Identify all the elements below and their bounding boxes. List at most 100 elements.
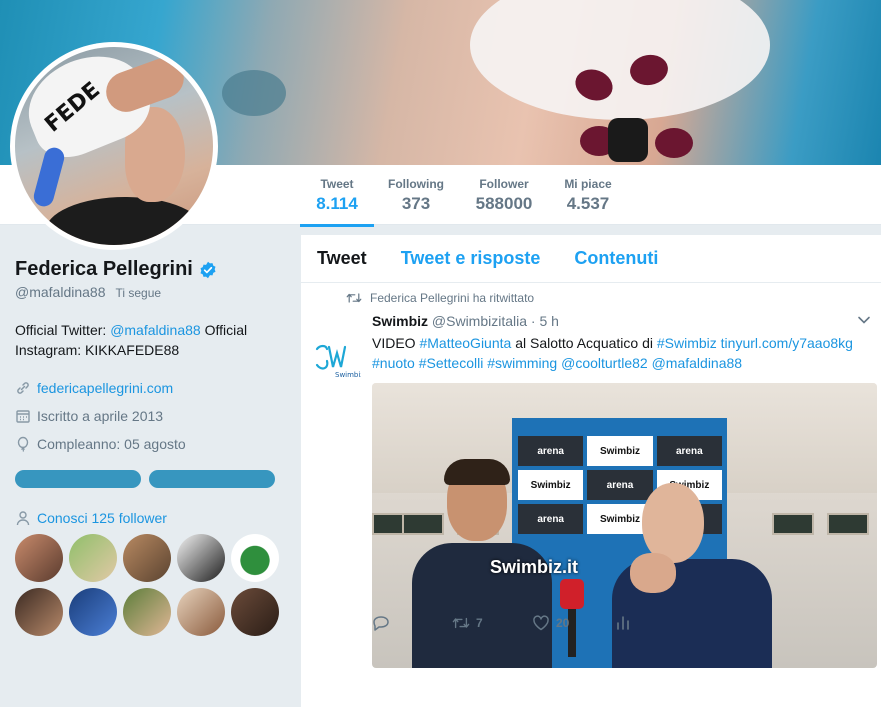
- microphone: [560, 579, 584, 609]
- stat-value: 373: [401, 194, 431, 213]
- known-followers-grid: [15, 534, 285, 636]
- stat-label: Follower: [479, 177, 529, 191]
- tweet-author-avatar[interactable]: Swimbiz: [313, 335, 361, 383]
- follower-avatar[interactable]: [69, 588, 117, 636]
- tweet-actions: 7 20: [372, 615, 632, 631]
- svg-text:Swimbiz: Swimbiz: [335, 371, 361, 379]
- stat-likes[interactable]: Mi piace 4.537: [560, 177, 616, 214]
- panel-row: arenaSwimbizarena: [518, 436, 722, 466]
- profile-buttons: [15, 470, 285, 488]
- panel-sponsor: Swimbiz: [587, 436, 653, 466]
- retweet-context: Federica Pellegrini ha ritwittato: [301, 291, 881, 305]
- website-link[interactable]: federicapellegrini.com: [37, 380, 173, 396]
- stat-tweets[interactable]: Tweet 8.114: [300, 177, 374, 227]
- birthday-row: Compleanno: 05 agosto: [15, 430, 285, 458]
- birthday: Compleanno: 05 agosto: [37, 436, 186, 452]
- balloon-icon: [17, 436, 29, 452]
- follower-avatar[interactable]: [177, 534, 225, 582]
- bar-chart-icon: [617, 616, 629, 630]
- profile-action-button[interactable]: [149, 470, 275, 488]
- tweet-author-name[interactable]: Swimbiz: [372, 313, 428, 329]
- retweet-icon: [452, 617, 470, 629]
- tab-tweets-replies[interactable]: Tweet e risposte: [401, 248, 541, 269]
- follower-avatar[interactable]: [177, 588, 225, 636]
- profile-meta: federicapellegrini.com Iscritto a aprile…: [15, 374, 285, 458]
- followers-you-know-label: Conosci 125 follower: [37, 510, 167, 526]
- follower-avatar[interactable]: [123, 534, 171, 582]
- stat-value: 8.114: [316, 194, 358, 213]
- tweet-text: VIDEO #MatteoGiunta al Salotto Acquatico…: [372, 333, 877, 373]
- link-icon: [17, 382, 29, 394]
- tab-media[interactable]: Contenuti: [574, 248, 658, 269]
- hashtag-link[interactable]: #swimming: [487, 355, 557, 371]
- stat-value: 4.537: [566, 194, 610, 213]
- reply-icon: [373, 616, 389, 631]
- hashtag-link[interactable]: #MatteoGiunta: [419, 335, 511, 351]
- stat-value: 588000: [475, 194, 533, 213]
- profile-handle-row: @mafaldina88 Ti segue: [15, 284, 285, 300]
- mention-link[interactable]: @mafaldina88: [652, 355, 743, 371]
- avatar-photo: FEDE: [15, 47, 213, 245]
- video-watermark: Swimbiz.it: [490, 557, 579, 577]
- profile-action-button[interactable]: [15, 470, 141, 488]
- url-link[interactable]: tinyurl.com/y7aao8kg: [721, 335, 853, 351]
- analytics-button[interactable]: [616, 615, 630, 631]
- profile-card: Federica Pellegrini @mafaldina88 Ti segue…: [15, 258, 285, 636]
- tab-tweets[interactable]: Tweet: [317, 248, 367, 269]
- reply-button[interactable]: [372, 615, 452, 631]
- tweet-time[interactable]: · 5 h: [531, 313, 559, 329]
- joined-row: Iscritto a aprile 2013: [15, 402, 285, 430]
- avatar-blue-paint: [31, 145, 67, 209]
- profile-handle[interactable]: @mafaldina88: [15, 284, 106, 300]
- chevron-down-icon[interactable]: [857, 313, 871, 327]
- banner-nail: [655, 128, 693, 158]
- mention-link[interactable]: @coolturtle82: [561, 355, 648, 371]
- banner-goggle: [608, 118, 648, 162]
- profile-bio: Official Twitter: @mafaldina88 Official …: [15, 320, 285, 360]
- follower-avatar[interactable]: [231, 534, 279, 582]
- tweet-author-handle[interactable]: @Swimbizitalia: [432, 313, 527, 329]
- tweet-text-part: VIDEO: [372, 335, 420, 351]
- timeline: Tweet Tweet e risposte Contenuti Federic…: [301, 235, 881, 707]
- hashtag-link[interactable]: #nuoto: [372, 355, 415, 371]
- hashtag-link[interactable]: #Settecolli: [419, 355, 484, 371]
- follower-avatar[interactable]: [69, 534, 117, 582]
- tweet-header: Swimbiz @Swimbizitalia · 5 h: [372, 313, 877, 329]
- retweet-button[interactable]: 7: [452, 616, 532, 630]
- stat-label: Mi piace: [564, 177, 612, 191]
- retweet-icon: [346, 293, 362, 303]
- profile-avatar[interactable]: FEDE: [10, 42, 218, 250]
- like-count: 20: [556, 616, 570, 630]
- person-fist: [630, 553, 676, 593]
- panel-brand: arena: [518, 436, 584, 466]
- bio-mention-link[interactable]: @mafaldina88: [110, 322, 201, 338]
- like-button[interactable]: 20: [532, 615, 616, 631]
- stat-followers[interactable]: Follower 588000: [472, 177, 536, 214]
- timeline-tabs: Tweet Tweet e risposte Contenuti: [301, 235, 881, 283]
- bio-text: Official Twitter:: [15, 322, 111, 338]
- verified-icon: [200, 261, 216, 278]
- joined-date: Iscritto a aprile 2013: [37, 408, 164, 424]
- person-hair: [444, 459, 510, 485]
- panel-brand: arena: [656, 436, 722, 466]
- stat-label: Tweet: [320, 177, 354, 191]
- video-person-right: [612, 483, 772, 668]
- retweet-count: 7: [476, 616, 483, 630]
- follower-avatar[interactable]: [15, 534, 63, 582]
- retweeted-by[interactable]: Federica Pellegrini ha ritwittato: [370, 291, 534, 305]
- banner-cap: [470, 0, 770, 120]
- followers-you-know[interactable]: Conosci 125 follower: [15, 510, 285, 526]
- profile-name[interactable]: Federica Pellegrini: [15, 258, 193, 281]
- tweet-body: Swimbiz @Swimbizitalia · 5 h VIDEO #Matt…: [372, 313, 877, 668]
- follower-avatar[interactable]: [123, 588, 171, 636]
- tweet-text-part: al Salotto Acquatico di: [511, 335, 657, 351]
- follower-avatar[interactable]: [231, 588, 279, 636]
- stat-following[interactable]: Following 373: [386, 177, 446, 214]
- video-window: [827, 513, 869, 535]
- follower-avatar[interactable]: [15, 588, 63, 636]
- avatar-shoulder: [45, 197, 205, 245]
- video-window: [772, 513, 814, 535]
- hashtag-link[interactable]: #Swimbiz: [657, 335, 717, 351]
- person-icon: [16, 511, 30, 526]
- calendar-icon: [16, 410, 30, 423]
